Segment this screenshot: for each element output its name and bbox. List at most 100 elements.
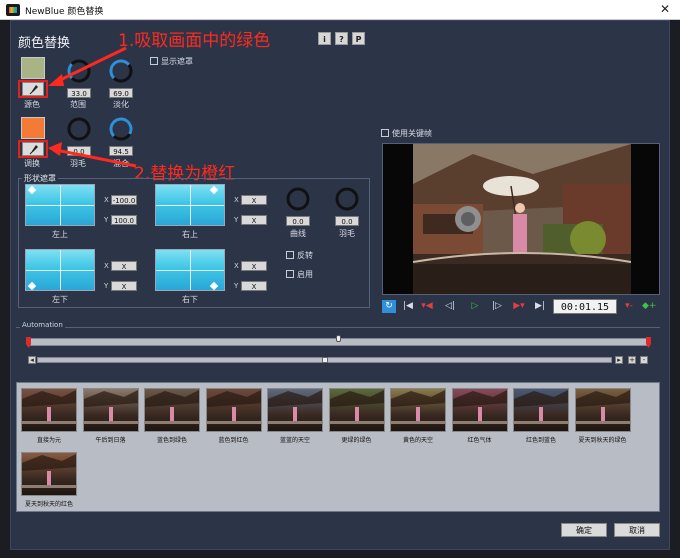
go-start-button[interactable]: |◀ — [401, 300, 415, 313]
preset-scene-image — [329, 390, 384, 424]
preset-item[interactable]: 蓝色到红色 — [204, 385, 264, 449]
scrollbar-thumb[interactable] — [322, 357, 328, 363]
preset-scene-image — [575, 390, 630, 424]
y-label: Y — [234, 216, 239, 224]
bottom-left-y-field[interactable]: X — [111, 281, 137, 291]
preset-thumbnail — [144, 388, 200, 432]
annotation-arrow-1 — [48, 46, 127, 86]
top-left-x-field[interactable]: -100.0 — [111, 195, 137, 205]
end-keyframe-marker[interactable] — [645, 337, 653, 349]
curve-knob[interactable] — [285, 186, 311, 212]
mask-feather-value[interactable]: 0.0 — [335, 216, 359, 226]
preset-label: 夏天到秋天的绿色 — [578, 437, 627, 444]
preset-label: 午后到日落 — [95, 437, 126, 444]
preset-item[interactable]: 蓝色到绿色 — [142, 385, 202, 449]
preset-item[interactable]: 更绿的绿色 — [327, 385, 387, 449]
cancel-button[interactable]: 取消 — [614, 523, 660, 537]
preset-thumbnail — [390, 388, 446, 432]
preset-label: 蓝色到红色 — [218, 437, 249, 444]
top-left-y-field[interactable]: 100.0 — [111, 215, 137, 225]
preset-label: 蓝色到绿色 — [156, 437, 187, 444]
newblue-logo-icon — [6, 4, 20, 16]
preset-label: 黄色的天空 — [402, 437, 433, 444]
source-color-label: 源色 — [24, 100, 40, 109]
preset-label: 红色到蓝色 — [525, 437, 556, 444]
preset-scene-image — [514, 390, 568, 424]
help-button[interactable]: ? — [335, 32, 348, 45]
preset-item[interactable]: 直接为元 — [19, 385, 79, 449]
mix-knob[interactable] — [108, 116, 134, 142]
replace-color-swatch[interactable] — [21, 117, 45, 139]
ok-button[interactable]: 确定 — [561, 523, 607, 537]
zoom-out-button[interactable]: - — [640, 356, 648, 364]
preset-scene-image — [83, 390, 138, 424]
preset-item[interactable]: 蓝蓝的天空 — [265, 385, 325, 449]
step-back-button[interactable]: ◁| — [443, 300, 457, 313]
bottom-right-y-field[interactable]: X — [241, 281, 267, 291]
preset-item[interactable]: 午后到日落 — [81, 385, 141, 449]
enable-label: 启用 — [297, 270, 313, 279]
invert-checkbox[interactable] — [286, 251, 294, 259]
prev-keyframe-button[interactable]: ▾◀ — [420, 300, 434, 313]
preset-item[interactable]: 黄色的天空 — [388, 385, 448, 449]
preset-item[interactable]: 红色气体 — [450, 385, 510, 449]
preset-item[interactable]: 红色到蓝色 — [511, 385, 571, 449]
top-right-x-field[interactable]: X — [241, 195, 267, 205]
go-end-button[interactable]: ▶| — [533, 300, 547, 313]
eyedropper-icon — [29, 85, 38, 95]
y-label: Y — [104, 216, 109, 224]
replace-color-label: 调换 — [24, 159, 40, 168]
preset-thumbnail — [267, 388, 323, 432]
source-eyedropper-button[interactable] — [22, 82, 44, 96]
show-mask-checkbox[interactable] — [150, 57, 158, 65]
preset-thumbnail — [21, 388, 77, 432]
next-keyframe-button[interactable]: ▶▾ — [512, 300, 526, 313]
enable-checkbox[interactable] — [286, 270, 294, 278]
preset-thumbnail — [82, 388, 139, 432]
mask-feather-knob[interactable] — [334, 186, 360, 212]
start-keyframe-marker[interactable] — [25, 337, 33, 349]
preset-button[interactable]: P — [352, 32, 365, 45]
shape-mask-legend: 形状遮罩 — [22, 173, 58, 184]
curve-value[interactable]: 0.0 — [286, 216, 310, 226]
add-keyframe-button[interactable]: ◆+ — [642, 300, 656, 313]
source-color-swatch[interactable] — [21, 57, 45, 79]
preset-scene-image — [22, 454, 76, 488]
info-button[interactable]: i — [318, 32, 331, 45]
preset-label: 更绿的绿色 — [341, 437, 372, 444]
bottom-right-x-field[interactable]: X — [241, 261, 267, 271]
y-label: Y — [234, 282, 239, 290]
close-icon[interactable]: ✕ — [660, 2, 670, 16]
top-right-y-field[interactable]: X — [241, 215, 267, 225]
automation-legend: Automation — [20, 321, 65, 329]
preset-label: 直接为元 — [36, 437, 61, 444]
zoom-in-button[interactable]: + — [628, 356, 636, 364]
preset-item[interactable]: 夏天到秋天的红色 — [19, 449, 79, 513]
bottom-left-x-field[interactable]: X — [111, 261, 137, 271]
preset-thumbnail — [451, 388, 508, 432]
loop-button[interactable]: ↻ — [382, 300, 396, 313]
preview-scene-image — [413, 144, 631, 294]
x-label: X — [104, 262, 109, 270]
video-preview[interactable] — [382, 143, 660, 295]
title-bar: NewBlue 颜色替换 ✕ — [0, 0, 680, 20]
scroll-right-button[interactable]: ▸ — [615, 356, 623, 364]
replace-eyedropper-button[interactable] — [22, 142, 44, 156]
preset-label: 夏天到秋天的红色 — [24, 501, 73, 508]
step-forward-button[interactable]: |▷ — [490, 300, 504, 313]
curve-label: 曲线 — [290, 229, 306, 238]
feather-knob[interactable] — [66, 116, 92, 142]
bottom-left-label: 左下 — [52, 295, 68, 304]
remove-keyframe-button[interactable]: ▾- — [622, 300, 636, 313]
preset-scene-image — [268, 390, 322, 424]
play-button[interactable]: ▷ — [468, 300, 482, 313]
preset-scene-image — [22, 390, 76, 424]
playhead-handle[interactable] — [336, 335, 341, 342]
timecode-display[interactable]: 00:01.15 — [553, 299, 617, 314]
window-bottom-strip — [0, 550, 680, 558]
use-keyframes-checkbox[interactable] — [381, 129, 389, 137]
x-label: X — [234, 262, 239, 270]
scroll-left-button[interactable]: ◂ — [28, 356, 36, 364]
preset-scene-image — [206, 390, 261, 424]
preset-item[interactable]: 夏天到秋天的绿色 — [573, 385, 633, 449]
